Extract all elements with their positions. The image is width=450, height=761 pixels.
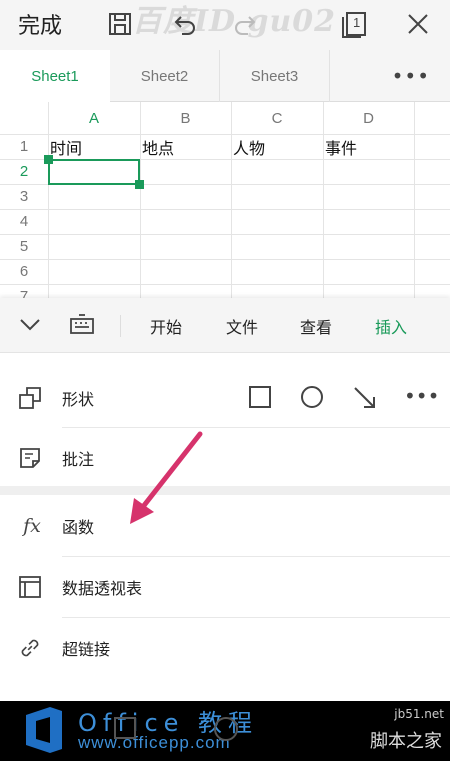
insert-comment-row[interactable]: 批注 — [0, 428, 450, 488]
link-icon — [18, 636, 42, 660]
hyperlink-label: 超链接 — [62, 640, 111, 659]
annotation-arrow — [130, 431, 203, 524]
row-header-5[interactable]: 5 — [0, 234, 48, 259]
row-header-2[interactable]: 2 — [0, 159, 48, 184]
chevron-down-icon[interactable] — [18, 315, 42, 339]
insert-shape-row[interactable]: 形状 ••• — [0, 368, 450, 428]
column-header-d[interactable]: D — [323, 102, 414, 134]
more-shapes-button[interactable]: ••• — [404, 384, 439, 408]
insert-panel: 开始 文件 查看 插入 形状 ••• 批注 fx 函数 数据透视表 超链接 — [0, 298, 450, 701]
comment-label: 批注 — [62, 450, 95, 469]
site-watermark-bottom: 脚本之家 — [370, 731, 442, 752]
selection-handle-top-left[interactable] — [44, 155, 53, 164]
cell-c1[interactable]: 人物 — [233, 134, 265, 159]
menu-view[interactable]: 查看 — [300, 298, 332, 353]
row-header-4[interactable]: 4 — [0, 209, 48, 234]
nav-circle-icon[interactable] — [214, 717, 238, 741]
row-header-3[interactable]: 3 — [0, 184, 48, 209]
selection-handle-bottom-right[interactable] — [135, 180, 144, 189]
top-toolbar: 百度ID gu02 完成 1 — [0, 0, 450, 50]
column-header-c[interactable]: C — [231, 102, 323, 134]
sheet-tabs: Sheet1 Sheet2 Sheet3 ••• — [0, 50, 450, 102]
insert-pivot-table-row[interactable]: 数据透视表 — [0, 557, 450, 617]
undo-icon[interactable] — [168, 6, 204, 42]
site-watermark-top: jb51.net — [394, 707, 444, 721]
more-sheets-button[interactable]: ••• — [330, 50, 450, 102]
row-header-7[interactable]: 7 — [0, 284, 48, 298]
cell-d1[interactable]: 事件 — [325, 134, 357, 159]
shape-label: 形状 — [62, 390, 95, 409]
tab-sheet3[interactable]: Sheet3 — [220, 50, 330, 102]
shape-icon — [18, 386, 42, 410]
office-logo-icon — [26, 707, 62, 753]
close-icon[interactable] — [400, 6, 436, 42]
section-divider — [0, 486, 450, 495]
redo-icon[interactable] — [226, 6, 262, 42]
pivot-table-icon — [18, 575, 42, 599]
done-button[interactable]: 完成 — [18, 8, 62, 40]
circle-shape-icon[interactable] — [300, 385, 324, 413]
function-label: 函数 — [62, 518, 95, 537]
arrow-shape-icon[interactable] — [352, 385, 378, 415]
pivot-table-label: 数据透视表 — [62, 579, 143, 598]
sheets-count-icon[interactable]: 1 — [336, 6, 372, 42]
row-header-1[interactable]: 1 — [0, 134, 48, 159]
spreadsheet-grid: A B C D 1 2 3 4 5 6 7 时间 地点 人物 事件 — [0, 102, 450, 298]
menu-file[interactable]: 文件 — [226, 298, 258, 353]
square-shape-icon[interactable] — [248, 385, 272, 413]
cell-a1[interactable]: 时间 — [50, 134, 82, 159]
menu-start[interactable]: 开始 — [150, 298, 182, 353]
sheets-count-label: 1 — [353, 15, 361, 30]
keyboard-icon[interactable] — [68, 313, 96, 341]
function-icon: fx — [23, 515, 41, 537]
nav-home-icon[interactable] — [114, 717, 136, 739]
selected-cell-a2[interactable] — [48, 159, 140, 185]
insert-function-row[interactable]: fx 函数 — [0, 496, 450, 556]
insert-hyperlink-row[interactable]: 超链接 — [0, 618, 450, 678]
tab-sheet2[interactable]: Sheet2 — [110, 50, 220, 102]
panel-menu-bar: 开始 文件 查看 插入 — [0, 298, 450, 353]
column-header-b[interactable]: B — [140, 102, 231, 134]
cell-b1[interactable]: 地点 — [142, 134, 174, 159]
row-header-6[interactable]: 6 — [0, 259, 48, 284]
office-tutorial-banner: Office 教程 www.officepp.com jb51.net 脚本之家 — [0, 701, 450, 761]
brand-url: www.officepp.com — [78, 733, 231, 752]
save-icon[interactable] — [102, 6, 138, 42]
column-header-a[interactable]: A — [48, 102, 140, 134]
menu-insert[interactable]: 插入 — [375, 298, 407, 353]
tab-sheet1[interactable]: Sheet1 — [0, 50, 110, 102]
comment-icon — [18, 446, 42, 470]
